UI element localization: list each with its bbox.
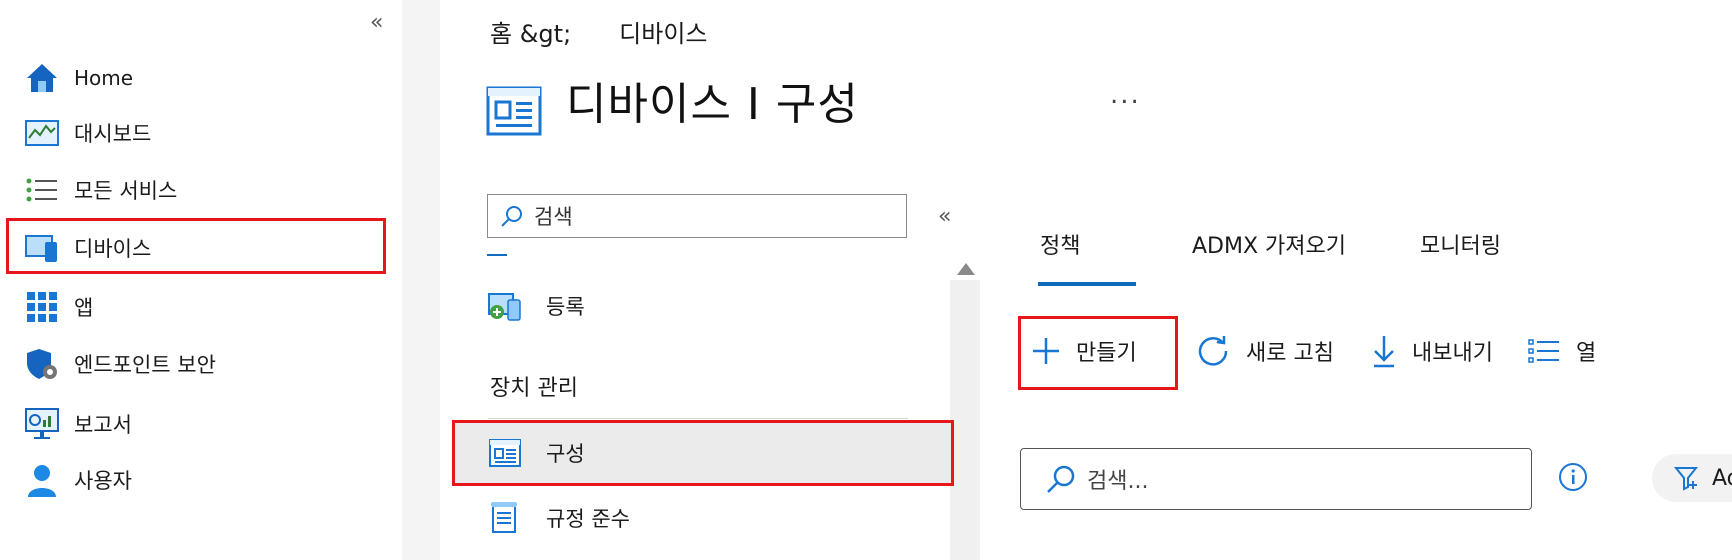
nav-item-dashboard[interactable]: 대시보드 bbox=[24, 113, 151, 153]
tab-label: 모니터링 bbox=[1420, 234, 1501, 259]
configuration-page-icon bbox=[486, 86, 542, 140]
menu-item-label: 등록 bbox=[546, 295, 585, 319]
breadcrumb-current[interactable]: 디바이스 bbox=[619, 14, 707, 49]
section-divider bbox=[488, 418, 908, 419]
configuration-highlight bbox=[452, 420, 954, 486]
menu-item-enrollment[interactable]: 등록 bbox=[488, 286, 585, 326]
devices-highlight bbox=[6, 218, 386, 274]
create-highlight bbox=[1018, 316, 1178, 390]
nav-item-label: 사용자 bbox=[74, 469, 132, 493]
page-title: 디바이스 I 구성 bbox=[566, 79, 859, 130]
home-icon bbox=[24, 60, 60, 96]
all-services-icon bbox=[24, 172, 60, 208]
apps-icon bbox=[24, 289, 60, 325]
menu-search-input[interactable]: 검색 bbox=[487, 194, 907, 238]
users-icon bbox=[24, 462, 60, 498]
tab-policies[interactable]: 정책 bbox=[1040, 224, 1192, 264]
nav-item-label: Home bbox=[74, 66, 134, 90]
list-search-input[interactable]: 검색... bbox=[1020, 448, 1532, 510]
collapse-nav-button[interactable]: « bbox=[370, 10, 383, 35]
nav-item-reports[interactable]: 보고서 bbox=[24, 404, 132, 444]
nav-item-label: 모든 서비스 bbox=[74, 179, 178, 203]
tab-monitoring[interactable]: 모니터링 bbox=[1420, 224, 1501, 264]
compliance-icon bbox=[488, 501, 522, 535]
nav-divider bbox=[402, 0, 440, 560]
section-heading-device-management: 장치 관리 bbox=[490, 376, 578, 401]
nav-item-home[interactable]: Home bbox=[24, 58, 133, 98]
download-icon bbox=[1372, 334, 1396, 368]
tab-admx-import[interactable]: ADMX 가져오기 bbox=[1192, 224, 1420, 264]
menu-item-compliance[interactable]: 규정 준수 bbox=[488, 498, 630, 538]
endpoint-security-icon bbox=[24, 346, 60, 382]
menu-scrollbar[interactable] bbox=[950, 280, 980, 560]
breadcrumb: 홈 &gt; 디바이스 bbox=[490, 14, 707, 49]
info-icon[interactable] bbox=[1558, 462, 1588, 496]
breadcrumb-home[interactable]: 홈 &gt; bbox=[490, 14, 571, 49]
nav-item-label: 대시보드 bbox=[74, 122, 152, 146]
nav-item-apps[interactable]: 앱 bbox=[24, 287, 93, 327]
add-filter-button[interactable]: Ad bbox=[1652, 454, 1732, 502]
export-label: 내보내기 bbox=[1412, 341, 1493, 366]
columns-icon bbox=[1528, 338, 1560, 364]
nav-item-all-services[interactable]: 모든 서비스 bbox=[24, 170, 177, 210]
tab-label: 정책 bbox=[1040, 234, 1081, 259]
list-search-placeholder: 검색... bbox=[1087, 469, 1149, 494]
enrollment-icon bbox=[488, 289, 522, 323]
tab-label: ADMX 가져오기 bbox=[1192, 234, 1346, 259]
refresh-icon bbox=[1196, 334, 1230, 368]
add-filter-label: Ad bbox=[1712, 465, 1732, 491]
search-icon bbox=[500, 204, 524, 228]
menu-item-label: 규정 준수 bbox=[546, 507, 630, 531]
nav-item-label: 앱 bbox=[74, 296, 94, 320]
columns-label: 열 bbox=[1576, 341, 1597, 366]
dashboard-icon bbox=[24, 115, 60, 151]
nav-item-label: 엔드포인트 보안 bbox=[74, 353, 216, 377]
nav-item-endpoint-security[interactable]: 엔드포인트 보안 bbox=[24, 344, 216, 384]
columns-button[interactable]: 열 bbox=[1528, 328, 1596, 374]
filter-icon bbox=[1674, 465, 1700, 491]
export-button[interactable]: 내보내기 bbox=[1372, 328, 1493, 374]
menu-search-placeholder: 검색 bbox=[534, 205, 573, 229]
menu-scroll-indicator bbox=[487, 254, 507, 256]
reports-icon bbox=[24, 406, 60, 442]
more-options-button[interactable]: ... bbox=[1110, 80, 1141, 110]
search-icon bbox=[1045, 463, 1077, 495]
refresh-button[interactable]: 새로 고침 bbox=[1196, 328, 1334, 374]
collapse-menu-button[interactable]: « bbox=[938, 204, 951, 229]
tab-selected-indicator bbox=[1038, 282, 1136, 286]
nav-item-label: 보고서 bbox=[74, 413, 132, 437]
scroll-up-arrow-icon[interactable] bbox=[957, 263, 975, 275]
tab-bar: 정책 ADMX 가져오기 모니터링 bbox=[1040, 224, 1501, 264]
nav-item-users[interactable]: 사용자 bbox=[24, 460, 132, 500]
refresh-label: 새로 고침 bbox=[1246, 341, 1334, 366]
